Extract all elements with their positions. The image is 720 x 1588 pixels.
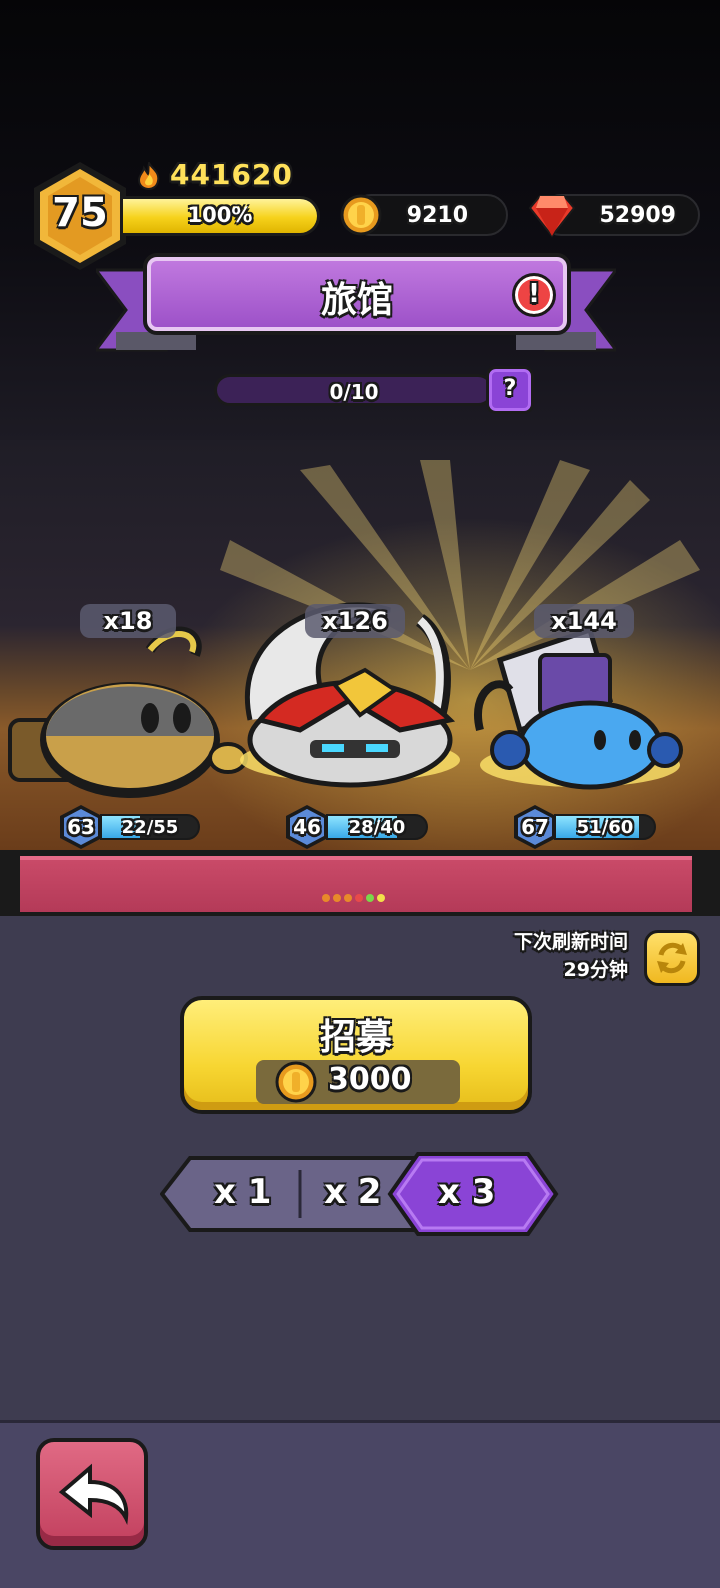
- flame-icon: [137, 162, 160, 190]
- hero-hp-text: 22/55: [121, 817, 179, 838]
- multiplier-selector: x 1 x 2 x 3: [160, 1152, 560, 1236]
- multiplier-x3-button[interactable]: x 3: [438, 1172, 495, 1212]
- xp-percent: 100%: [187, 203, 253, 227]
- yellow-slime-hero[interactable]: [8, 626, 248, 798]
- light-rays: [8, 460, 700, 798]
- gold-coin-icon: [340, 194, 382, 236]
- page-dot: [366, 894, 374, 902]
- hero-hp-bar: 28/40: [326, 814, 428, 840]
- page-dot: [322, 894, 330, 902]
- hero-count-tag: x126: [305, 604, 405, 638]
- recruit-button[interactable]: 招募 3000: [180, 996, 532, 1114]
- power-value: 441620: [170, 158, 293, 191]
- refresh-label: 下次刷新时间: [513, 931, 628, 953]
- level-value: 75: [52, 190, 108, 236]
- gold-coin-icon: [275, 1061, 317, 1103]
- hero-count-tag: x18: [80, 604, 176, 638]
- page-dot: [333, 894, 341, 902]
- back-button[interactable]: [36, 1438, 148, 1550]
- multiplier-x2-button[interactable]: x 2: [324, 1172, 381, 1212]
- hero-hp-bar: 51/60: [554, 814, 656, 840]
- hero-hp-bar: 22/55: [100, 814, 200, 840]
- recruit-label: 招募: [319, 1017, 392, 1058]
- hero-level: 67: [521, 815, 549, 839]
- gem-value: 52909: [599, 203, 676, 228]
- alert-icon[interactable]: !: [512, 273, 556, 317]
- page-indicator-bar: [20, 856, 692, 912]
- hero-scene: [0, 440, 720, 852]
- page-dot: [344, 894, 352, 902]
- multiplier-x1-button[interactable]: x 1: [214, 1172, 271, 1212]
- refresh-button[interactable]: [644, 930, 700, 986]
- hero-level: 63: [67, 815, 95, 839]
- task-progress-bar: 0/10: [214, 374, 494, 406]
- task-progress-text: 0/10: [329, 380, 379, 404]
- page-dot: [377, 894, 385, 902]
- page-dot: [355, 894, 363, 902]
- hero-page-strip: [0, 850, 720, 916]
- back-arrow-icon: [58, 1463, 129, 1525]
- refresh-time: 29分钟: [563, 959, 628, 981]
- title-banner: 旅馆: [143, 253, 571, 335]
- page-title: 旅馆: [320, 280, 393, 321]
- ruby-gem-icon: [528, 195, 576, 238]
- gold-value: 9210: [406, 203, 468, 228]
- refresh-icon: [657, 942, 687, 974]
- recruit-cost-value: 3000: [328, 1062, 412, 1097]
- refresh-timer: 下次刷新时间 29分钟: [514, 928, 628, 984]
- hero-count-tag: x144: [534, 604, 634, 638]
- xp-bar: 100%: [120, 196, 320, 236]
- blue-tank-hero[interactable]: [474, 626, 683, 790]
- hero-hp-text: 51/60: [576, 817, 634, 838]
- recruit-cost: 3000: [256, 1060, 460, 1104]
- hero-level: 46: [293, 815, 321, 839]
- help-button[interactable]: ?: [486, 366, 534, 414]
- hero-hp-text: 28/40: [348, 817, 406, 838]
